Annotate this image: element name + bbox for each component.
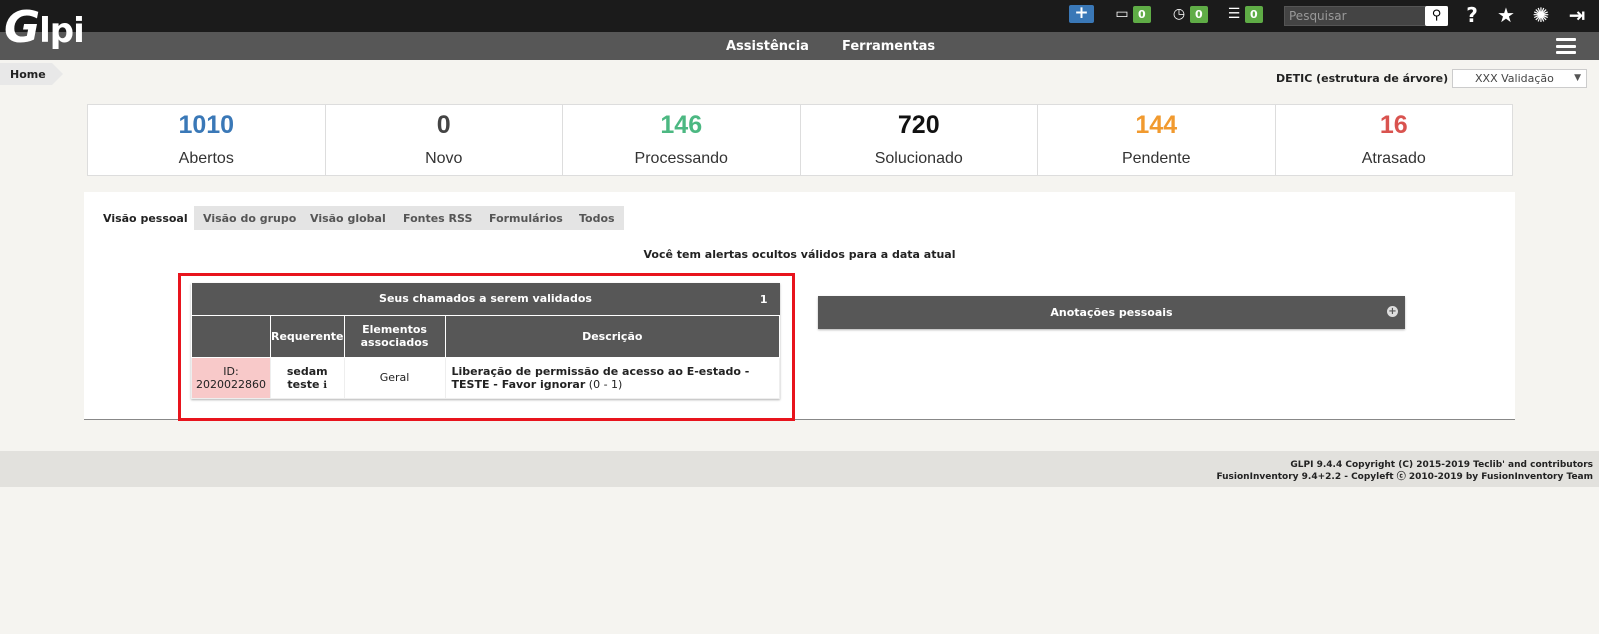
stat-pendente[interactable]: 144 Pendente xyxy=(1038,105,1276,175)
hidden-alerts-message[interactable]: Você tem alertas ocultos válidos para a … xyxy=(84,248,1515,261)
logo-initial: G xyxy=(4,2,40,53)
validation-count: 1 xyxy=(759,293,768,306)
tasks-count-badge: 0 xyxy=(1245,5,1263,23)
clock-count-badge: 0 xyxy=(1190,5,1208,23)
chevron-down-icon: ▼ xyxy=(1574,73,1581,83)
star-icon[interactable]: ★ xyxy=(1494,3,1518,27)
main-menu: Assistência Ferramentas xyxy=(0,32,1599,60)
fusion-copyright-text: FusionInventory 9.4+2.2 - Copyleft xyxy=(1216,472,1394,482)
clock-icon: ◷ xyxy=(1172,6,1186,22)
add-button[interactable]: + xyxy=(1069,5,1094,23)
ticket-counter[interactable]: ▭ 0 xyxy=(1113,5,1151,23)
stat-value: 720 xyxy=(897,111,940,139)
clock-counter[interactable]: ◷ 0 xyxy=(1170,5,1208,23)
stat-novo[interactable]: 0 Novo xyxy=(326,105,563,175)
tab-formularios[interactable]: Formulários xyxy=(480,206,572,230)
stat-value: 0 xyxy=(436,111,451,139)
personal-notes-title: Anotações pessoais xyxy=(1050,306,1173,319)
tab-visao-global[interactable]: Visão global xyxy=(301,206,395,230)
tasks-icon: ☰ xyxy=(1227,6,1241,22)
stat-value: 16 xyxy=(1379,111,1408,139)
tab-visao-do-grupo[interactable]: Visão do grupo xyxy=(194,206,306,230)
stat-abertos[interactable]: 1010 Abertos xyxy=(88,105,326,175)
footer: GLPI 9.4.4 Copyright (C) 2015-2019 Tecli… xyxy=(0,451,1599,487)
tab-fontes-rss[interactable]: Fontes RSS xyxy=(394,206,482,230)
fusion-copyright-years: 2010-2019 by FusionInventory Team xyxy=(1408,472,1593,482)
logo-text: lpi xyxy=(39,11,85,51)
validation-table-title[interactable]: Seus chamados a serem validados xyxy=(379,292,592,305)
help-icon[interactable]: ? xyxy=(1460,3,1484,27)
ticket-stats: 1010 Abertos 0 Novo 146 Processando 720 … xyxy=(87,104,1513,176)
glpi-copyright[interactable]: GLPI 9.4.4 Copyright (C) 2015-2019 Tecli… xyxy=(0,459,1593,471)
ticket-icon: ▭ xyxy=(1115,6,1129,22)
hamburger-menu-icon[interactable] xyxy=(1556,38,1576,54)
top-bar: + ▭ 0 ◷ 0 ☰ 0 Pesquisar ⚲ ? ★ ✺ ⇥ xyxy=(0,0,1599,32)
description-cell: Liberação de permissão de acesso ao E-es… xyxy=(444,356,781,399)
stat-label: Solucionado xyxy=(874,150,963,167)
search-button[interactable]: ⚲ xyxy=(1425,6,1448,26)
stat-solucionado[interactable]: 720 Solucionado xyxy=(801,105,1038,175)
fusion-copyright[interactable]: FusionInventory 9.4+2.2 - Copyleft ⓒ 201… xyxy=(0,471,1593,483)
col-descricao: Descrição xyxy=(444,314,781,358)
tab-todos[interactable]: Todos xyxy=(570,206,624,230)
stat-label: Pendente xyxy=(1121,150,1191,167)
tasks-counter[interactable]: ☰ 0 xyxy=(1225,5,1263,23)
col-requerente: Requerente xyxy=(269,314,345,358)
stat-label: Processando xyxy=(634,150,728,167)
menu-ferramentas[interactable]: Ferramentas xyxy=(842,39,935,54)
stat-processando[interactable]: 146 Processando xyxy=(563,105,801,175)
stat-label: Abertos xyxy=(178,150,234,167)
stat-label: Atrasado xyxy=(1361,150,1426,167)
stat-atrasado[interactable]: 16 Atrasado xyxy=(1276,105,1513,175)
info-icon[interactable]: ℹ xyxy=(323,380,327,391)
personal-notes-header[interactable]: Anotações pessoais + xyxy=(818,296,1405,329)
table-row: ID: 2020022860 sedam teste ℹ Geral Liber… xyxy=(191,356,781,399)
validation-table: Seus chamados a serem validados 1 Requer… xyxy=(191,283,781,399)
copyleft-icon: ⓒ xyxy=(1396,472,1406,482)
logout-icon[interactable]: ⇥ xyxy=(1565,3,1589,27)
validation-table-title-cell: Seus chamados a serem validados 1 xyxy=(191,283,780,315)
requester-name[interactable]: sedam teste xyxy=(287,365,328,391)
add-note-icon[interactable]: + xyxy=(1387,306,1398,317)
entity-label: DETIC (estrutura de árvore) xyxy=(1276,72,1449,85)
ticket-id[interactable]: ID: 2020022860 xyxy=(191,356,271,399)
entity-select-value: XXX Validação xyxy=(1475,72,1554,85)
entity-select[interactable]: XXX Validação ▼ xyxy=(1452,69,1587,88)
ticket-count-badge: 0 xyxy=(1133,5,1151,23)
element-cell: Geral xyxy=(343,356,446,399)
stat-value: 146 xyxy=(660,111,703,139)
col-id xyxy=(191,314,271,358)
search-input[interactable]: Pesquisar xyxy=(1284,6,1448,26)
stat-label: Novo xyxy=(425,150,463,167)
breadcrumb-home[interactable]: Home xyxy=(0,63,63,85)
search-icon: ⚲ xyxy=(1431,8,1442,23)
col-elementos: Elementos associados xyxy=(343,314,446,358)
gear-icon[interactable]: ✺ xyxy=(1529,3,1553,27)
stat-value: 144 xyxy=(1135,111,1178,139)
ticket-extra: (0 - 1) xyxy=(588,377,623,391)
tab-visao-pessoal[interactable]: Visão pessoal xyxy=(94,206,197,230)
glpi-logo[interactable]: Glpi xyxy=(4,2,94,53)
menu-assistencia[interactable]: Assistência xyxy=(726,39,809,54)
stat-value: 1010 xyxy=(178,111,235,139)
requester-cell: sedam teste ℹ xyxy=(269,356,345,399)
